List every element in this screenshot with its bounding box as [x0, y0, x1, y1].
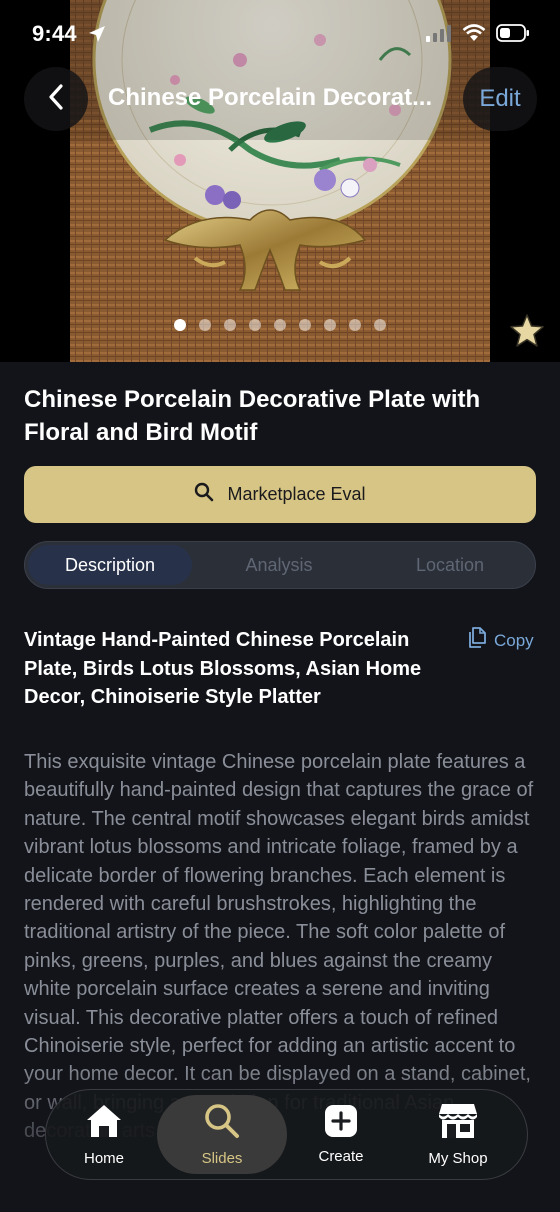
detail-segmented-control: Description Analysis Location [24, 541, 536, 589]
marketplace-eval-label: Marketplace Eval [227, 484, 366, 504]
location-arrow-icon [88, 25, 106, 48]
edit-button[interactable]: Edit [463, 67, 537, 131]
pager-dot[interactable] [374, 319, 386, 331]
status-bar: 9:44 [0, 0, 560, 66]
tab-description[interactable]: Description [28, 545, 192, 585]
chevron-left-icon [48, 83, 64, 115]
nav-title: Chinese Porcelain Decorat... [108, 84, 433, 111]
cellular-signal-icon [426, 24, 452, 47]
tab-my-shop[interactable]: My Shop [404, 1090, 512, 1179]
tab-analysis[interactable]: Analysis [197, 545, 361, 585]
storefront-icon [438, 1102, 478, 1144]
tab-home-label: Home [83, 1150, 124, 1167]
tab-location[interactable]: Location [368, 545, 532, 585]
pager-dot[interactable] [174, 319, 186, 331]
tab-slides[interactable]: Slides [157, 1095, 287, 1174]
image-pager[interactable] [174, 319, 386, 331]
pager-dot[interactable] [324, 319, 336, 331]
item-title: Chinese Porcelain Decorative Plate with … [24, 386, 481, 446]
search-icon [203, 1102, 241, 1144]
status-time: 9:44 [32, 21, 77, 46]
search-icon [194, 482, 214, 507]
tab-create[interactable]: Create [291, 1090, 391, 1179]
back-button[interactable] [24, 67, 88, 131]
marketplace-eval-button[interactable]: Marketplace Eval [24, 466, 536, 523]
tab-my-shop-label: My Shop [428, 1150, 488, 1167]
tab-home[interactable]: Home [54, 1090, 154, 1179]
copy-button[interactable]: Copy [467, 627, 534, 654]
tab-create-label: Create [318, 1148, 364, 1165]
wifi-icon [462, 24, 486, 47]
pager-dot[interactable] [274, 319, 286, 331]
battery-icon [496, 24, 530, 47]
pager-dot[interactable] [224, 319, 236, 331]
pager-dot[interactable] [349, 319, 361, 331]
copy-label: Copy [494, 630, 534, 650]
tab-slides-label: Slides [201, 1150, 243, 1167]
pager-dot[interactable] [199, 319, 211, 331]
copy-icon [467, 627, 487, 654]
bottom-tab-bar: Home Slides Create My Shop [45, 1089, 528, 1180]
favorite-star-icon[interactable] [509, 313, 545, 349]
house-icon [84, 1102, 124, 1144]
description-heading: Vintage Hand-Painted Chinese Porcelain P… [24, 629, 422, 708]
pager-dot[interactable] [299, 319, 311, 331]
pager-dot[interactable] [249, 319, 261, 331]
status-icons [426, 24, 530, 47]
plus-square-icon [324, 1104, 358, 1142]
